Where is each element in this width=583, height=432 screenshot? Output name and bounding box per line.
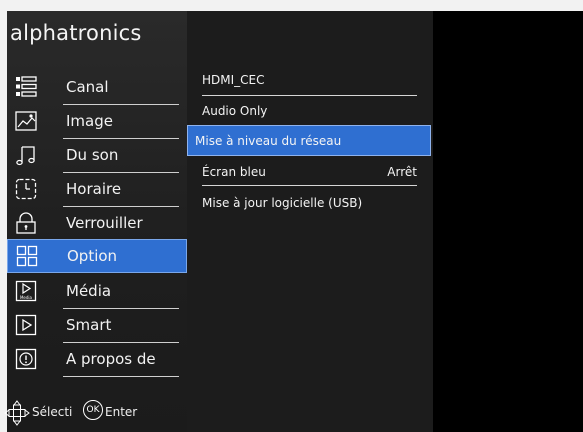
submenu-label: Mise à niveau du réseau [195, 134, 342, 148]
submenu-item-ecran-bleu[interactable]: Écran bleu Arrêt [187, 160, 433, 191]
submenu-label: HDMI_CEC [202, 73, 265, 87]
play-icon [15, 314, 37, 336]
list-icon [16, 76, 37, 97]
submenu-item-mise-a-jour-usb[interactable]: Mise à jour logicielle (USB) [187, 191, 433, 222]
grid-icon [16, 245, 38, 267]
main-menu-sidebar: alphatronics Canal Image Du son Horaire … [4, 11, 187, 432]
menu-label: A propos de [66, 350, 156, 368]
tv-frame: alphatronics Canal Image Du son Horaire … [0, 0, 583, 432]
submenu-label: Audio Only [202, 104, 268, 118]
menu-item-a-propos-de[interactable]: A propos de [7, 343, 187, 377]
divider [63, 376, 179, 377]
lock-icon [16, 212, 36, 234]
blue-screen-value: Arrêt [387, 165, 417, 179]
select-hint-label: Sélecti [32, 405, 73, 419]
key-hint-bar: Sélecti OK Enter [4, 397, 187, 427]
menu-label: Smart [66, 316, 112, 334]
menu-item-smart[interactable]: Smart [7, 309, 187, 343]
menu-item-media[interactable]: Media Média [7, 275, 187, 309]
submenu-label: Écran bleu [202, 165, 266, 179]
submenu-item-hdmi-cec[interactable]: HDMI_CEC [187, 65, 433, 96]
menu-label: Du son [66, 146, 119, 164]
submenu-label: Mise à jour logicielle (USB) [202, 196, 363, 210]
menu-label: Horaire [66, 180, 122, 198]
ok-button-icon: OK [83, 400, 103, 420]
menu-label: Média [66, 282, 112, 300]
menu-item-canal[interactable]: Canal [7, 71, 187, 105]
menu-label: Canal [66, 78, 109, 96]
menu-label: Verrouiller [66, 214, 143, 232]
brand-logo: alphatronics [10, 21, 142, 45]
picture-icon [15, 111, 37, 131]
menu-item-image[interactable]: Image [7, 105, 187, 139]
dpad-arrows-icon [4, 400, 30, 426]
menu-item-option[interactable]: Option [7, 239, 187, 273]
tv-screen: alphatronics Canal Image Du son Horaire … [4, 11, 583, 432]
menu-item-horaire[interactable]: Horaire [7, 173, 187, 207]
menu-label: Option [67, 247, 118, 265]
enter-hint-label: Enter [105, 405, 138, 419]
menu-label: Image [66, 112, 113, 130]
menu-item-du-son[interactable]: Du son [7, 139, 187, 173]
info-icon [15, 348, 37, 370]
media-play-icon: Media [15, 280, 37, 302]
submenu-item-audio-only[interactable]: Audio Only [187, 96, 433, 127]
clock-icon [15, 178, 37, 200]
divider [202, 185, 417, 186]
option-submenu: HDMI_CEC Audio Only Mise à niveau du rés… [187, 11, 433, 432]
media-caption: Media [20, 295, 33, 300]
preview-area [433, 11, 583, 432]
music-note-icon [16, 146, 35, 166]
submenu-item-mise-a-niveau-reseau[interactable]: Mise à niveau du réseau [187, 125, 431, 156]
menu-item-verrouiller[interactable]: Verrouiller [7, 207, 187, 241]
